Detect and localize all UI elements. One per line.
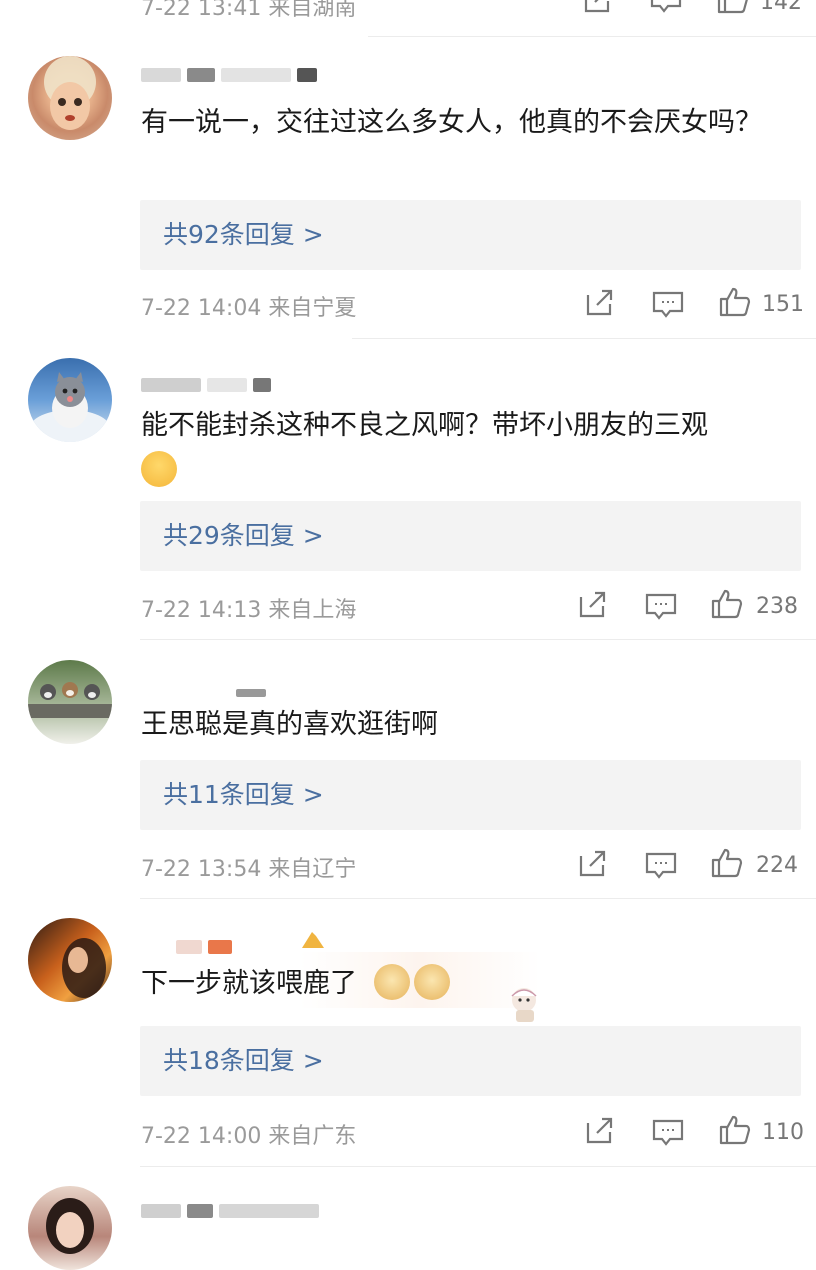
comment-text: 下一步就该喂鹿了 — [141, 961, 791, 1006]
comment-text: 能不能封杀这种不良之风啊？带坏小朋友的三观 — [141, 403, 791, 493]
divider — [140, 1166, 816, 1167]
avatar[interactable] — [28, 660, 112, 744]
like-count: 151 — [762, 292, 804, 317]
thumbs-up-icon[interactable] — [719, 1115, 751, 1145]
comment-meta: 7-22 13:41 来自湖南 — [141, 0, 357, 21]
share-icon[interactable] — [578, 591, 608, 619]
share-icon[interactable] — [583, 0, 613, 14]
username-blurred[interactable] — [141, 64, 323, 86]
doge-emoji-icon — [373, 963, 410, 1000]
share-icon[interactable] — [585, 289, 615, 317]
thumbs-up-icon[interactable] — [711, 848, 743, 878]
comment-meta: 7-22 14:00 来自广东 — [141, 1124, 357, 1149]
username-blurred[interactable] — [236, 682, 272, 704]
comment-text-content: 下一步就该喂鹿了 — [141, 968, 357, 999]
comment-meta: 7-22 14:13 来自上海 — [141, 598, 357, 623]
hot-face-emoji-icon — [141, 450, 177, 487]
divider — [352, 338, 816, 339]
username-blurred[interactable] — [176, 936, 238, 958]
avatar[interactable] — [28, 1186, 112, 1270]
thumbs-up-icon[interactable] — [711, 589, 743, 619]
comment-icon[interactable] — [645, 852, 677, 880]
like-count: 142 — [760, 0, 802, 15]
like-count: 238 — [756, 594, 798, 619]
comment-meta: 7-22 14:04 来自宁夏 — [141, 296, 357, 321]
share-icon[interactable] — [578, 850, 608, 878]
reply-thread-button[interactable]: 共18条回复 > — [140, 1026, 801, 1096]
comment-text: 王思聪是真的喜欢逛街啊 — [141, 709, 438, 740]
thumbs-up-icon[interactable] — [719, 287, 751, 317]
avatar[interactable] — [28, 56, 112, 140]
comment-icon[interactable] — [652, 291, 684, 319]
divider — [140, 898, 816, 899]
username-blurred[interactable] — [141, 374, 277, 396]
comment-meta: 7-22 13:54 来自辽宁 — [141, 857, 357, 882]
username-blurred[interactable] — [141, 1200, 325, 1222]
anime-character-sticker-icon — [511, 988, 537, 1022]
comment-icon[interactable] — [650, 0, 682, 14]
reply-count-link[interactable]: 共92条回复 > — [163, 200, 324, 270]
comment-text: 有一说一，交往过这么多女人，他真的不会厌女吗？ — [141, 107, 762, 138]
comment-icon[interactable] — [652, 1119, 684, 1147]
divider — [140, 639, 816, 640]
divider — [368, 36, 816, 37]
avatar[interactable] — [28, 358, 112, 442]
reply-count-link[interactable]: 共29条回复 > — [163, 501, 324, 571]
thumbs-up-icon[interactable] — [717, 0, 749, 14]
share-icon[interactable] — [585, 1117, 615, 1145]
reply-thread-button[interactable]: 共29条回复 > — [140, 501, 801, 571]
avatar[interactable] — [28, 918, 112, 1002]
reply-count-link[interactable]: 共11条回复 > — [163, 760, 324, 830]
like-count: 110 — [762, 1120, 804, 1145]
comment-text-content: 能不能封杀这种不良之风啊？带坏小朋友的三观 — [141, 410, 708, 441]
reply-thread-button[interactable]: 共11条回复 > — [140, 760, 801, 830]
decorative-figure-icon — [302, 932, 324, 948]
reply-count-link[interactable]: 共18条回复 > — [163, 1026, 324, 1096]
comment-icon[interactable] — [645, 593, 677, 621]
doge-emoji-icon — [413, 963, 450, 1000]
reply-thread-button[interactable]: 共92条回复 > — [140, 200, 801, 270]
like-count: 224 — [756, 853, 798, 878]
